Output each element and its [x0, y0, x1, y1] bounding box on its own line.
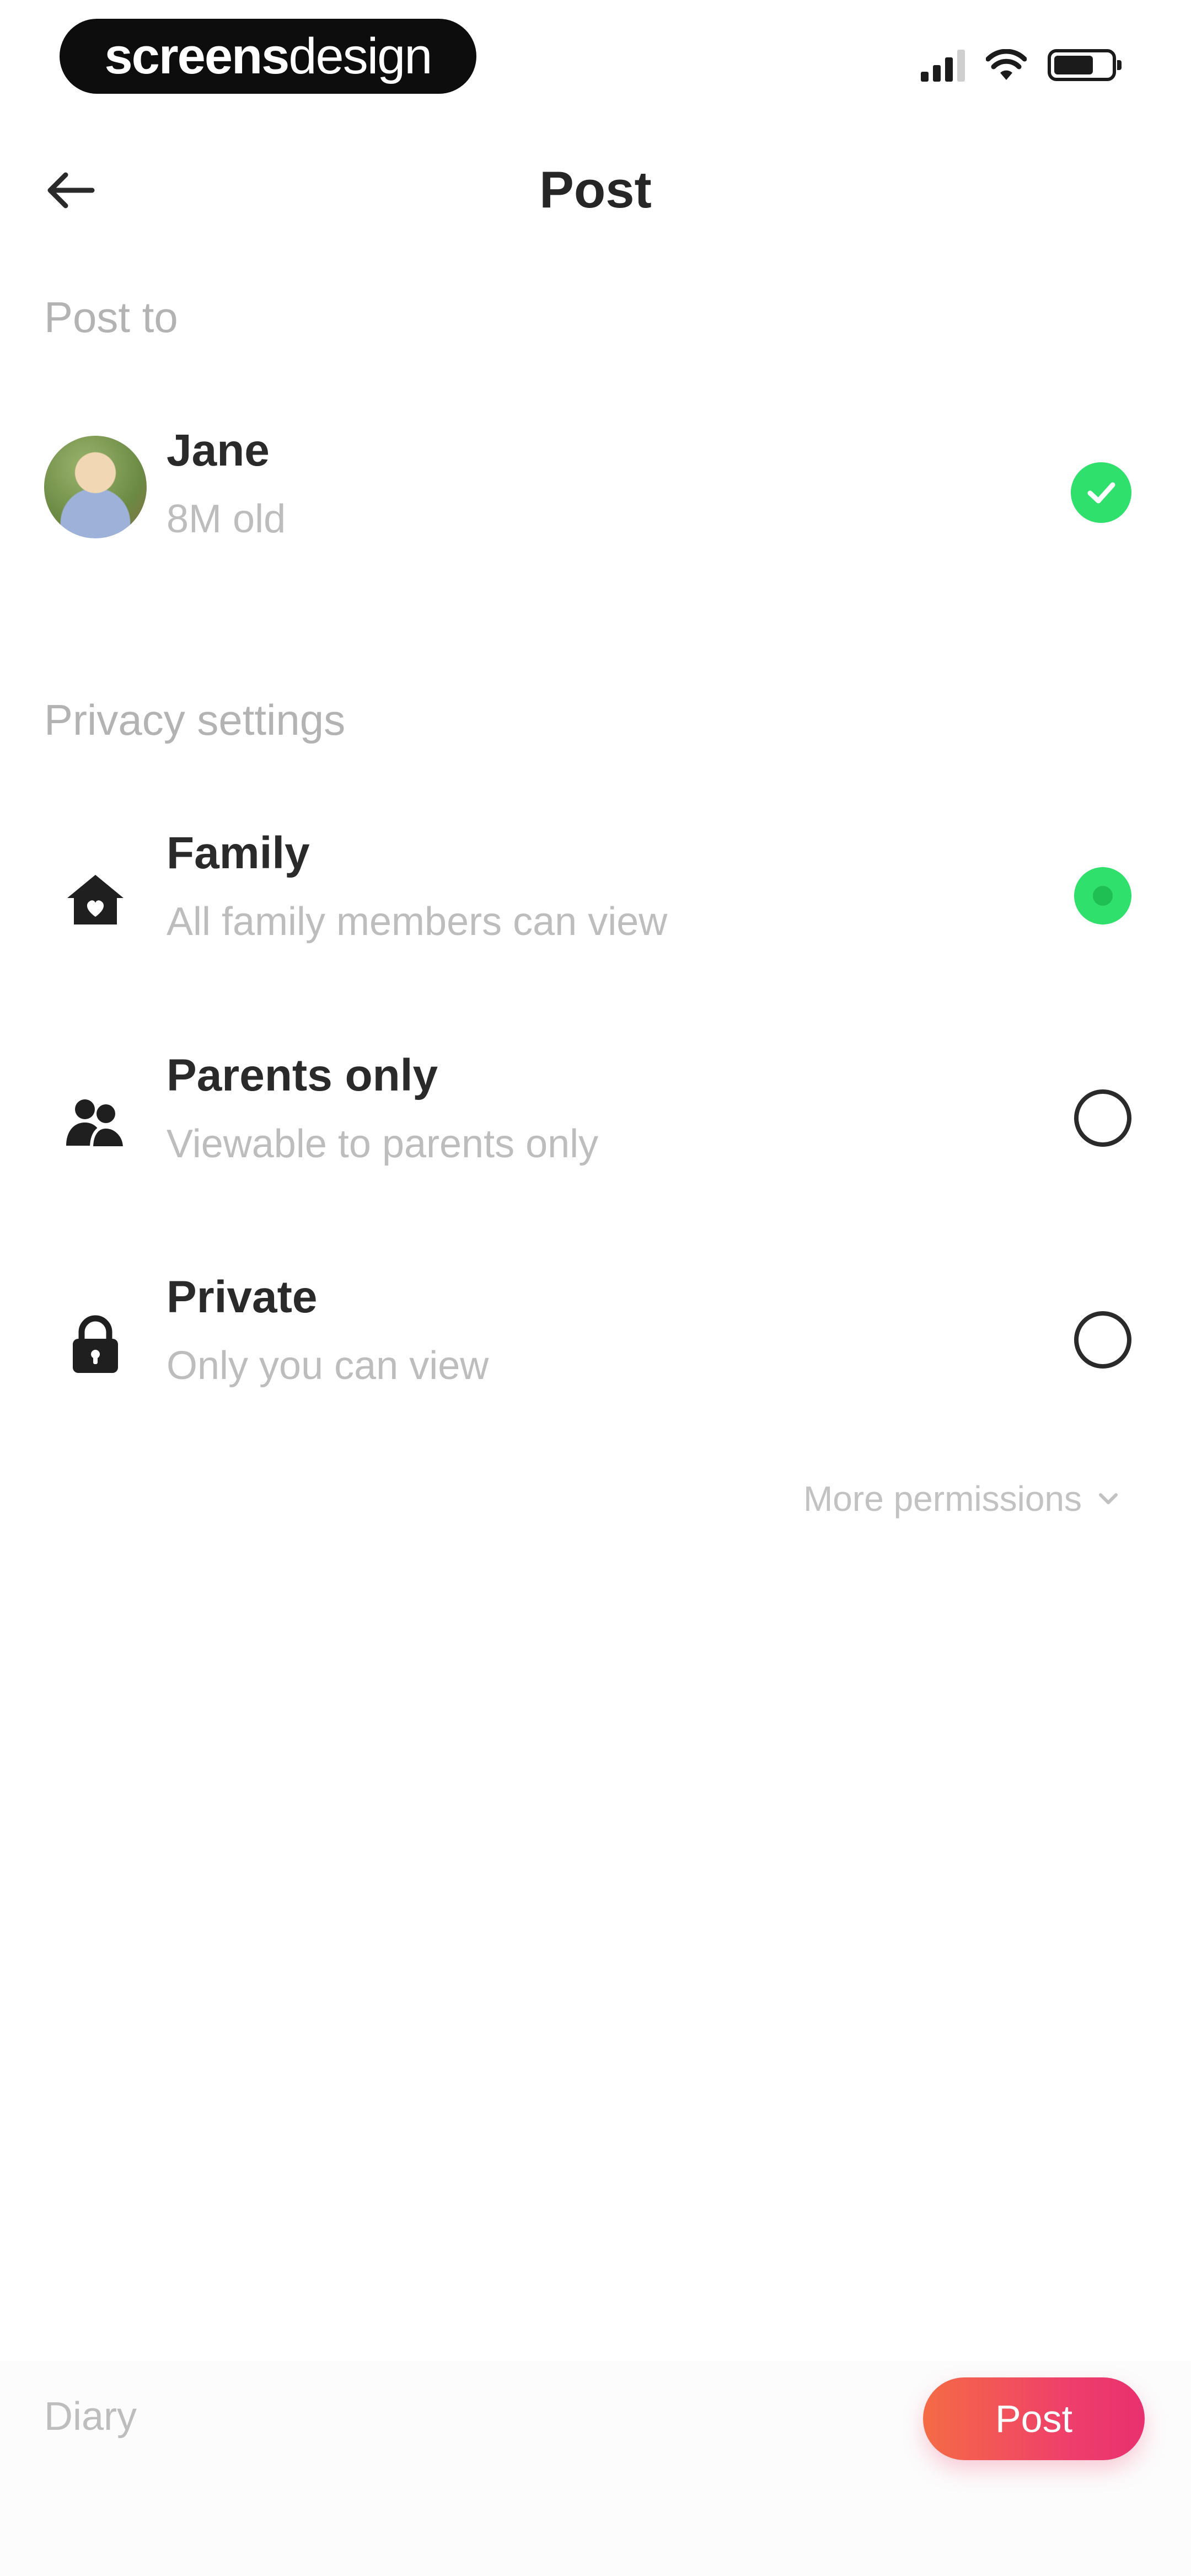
privacy-settings-label: Privacy settings — [44, 696, 346, 744]
post-to-label: Post to — [44, 293, 178, 341]
more-permissions-toggle[interactable]: More permissions — [803, 1478, 1119, 1519]
status-bar: screens design — [0, 0, 1191, 127]
privacy-option-title: Private — [167, 1272, 318, 1322]
chevron-down-icon — [1099, 1493, 1118, 1504]
parents-icon — [66, 1099, 127, 1150]
checkmark-icon — [1087, 482, 1115, 504]
privacy-option-subtitle: All family members can view — [167, 900, 668, 944]
diary-link[interactable]: Diary — [44, 2394, 137, 2439]
privacy-option-title: Parents only — [167, 1050, 438, 1100]
recipient-age: 8M old — [167, 497, 286, 541]
brand-logo: screens design — [60, 19, 476, 94]
brand-part-1: screens — [104, 28, 290, 84]
privacy-option-subtitle: Only you can view — [167, 1344, 489, 1388]
wifi-icon — [986, 49, 1027, 80]
house-icon — [67, 875, 124, 924]
recipient-selected-check[interactable] — [1071, 462, 1131, 523]
privacy-option-subtitle: Viewable to parents only — [167, 1122, 599, 1166]
privacy-option-family[interactable]: Family All family members can view — [0, 827, 1191, 954]
post-button[interactable]: Post — [923, 2377, 1145, 2460]
recipient-row[interactable]: Jane 8M old — [0, 425, 1191, 552]
privacy-option-parents-only[interactable]: Parents only Viewable to parents only — [0, 1050, 1191, 1177]
avatar — [44, 436, 147, 538]
radio-family[interactable] — [1074, 867, 1131, 924]
page-title: Post — [539, 161, 652, 218]
radio-private[interactable] — [1074, 1311, 1131, 1369]
privacy-option-private[interactable]: Private Only you can view — [0, 1271, 1191, 1398]
post-screen: screensdesign Post Post to Jane 8M old — [0, 0, 1191, 2576]
more-permissions-label: More permissions — [803, 1479, 1082, 1519]
signal-icon — [921, 49, 965, 82]
battery-icon — [1048, 49, 1122, 81]
brand-part-2: design — [288, 28, 432, 84]
lock-icon — [73, 1315, 118, 1373]
status-icons — [921, 49, 1122, 82]
recipient-name: Jane — [167, 425, 270, 475]
radio-parents-only[interactable] — [1074, 1089, 1131, 1147]
privacy-option-title: Family — [167, 828, 310, 878]
